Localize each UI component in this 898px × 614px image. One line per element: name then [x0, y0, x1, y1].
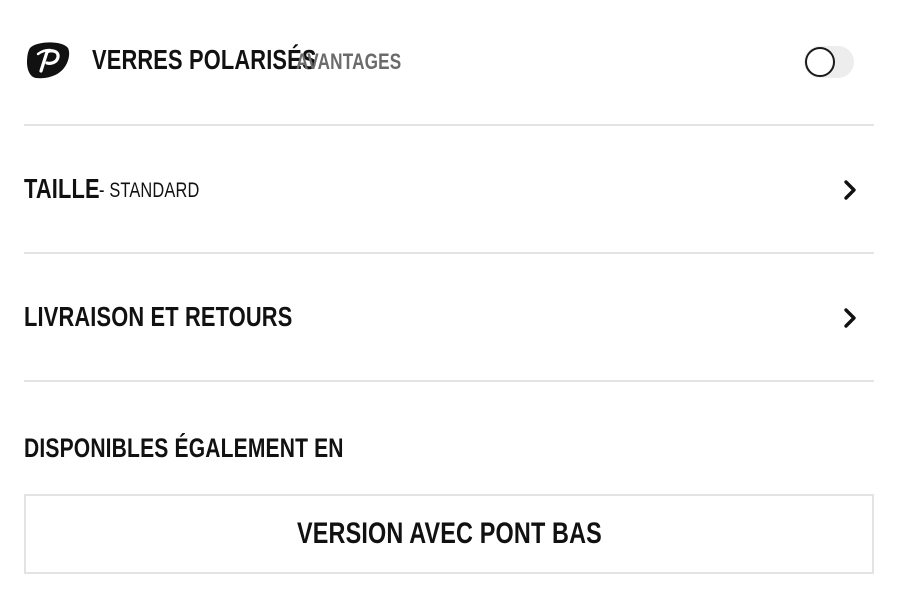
toggle-knob — [805, 47, 835, 77]
also-available-title: DISPONIBLES ÉGALEMENT EN — [24, 433, 344, 463]
chevron-right-icon — [844, 180, 856, 200]
shipping-returns-label: LIVRAISON ET RETOURS — [24, 301, 293, 332]
polarized-p-logo-icon — [27, 42, 70, 79]
polarized-toggle[interactable] — [804, 46, 854, 78]
shipping-returns-row[interactable]: LIVRAISON ET RETOURS — [24, 254, 874, 382]
polarized-lenses-row: VERRES POLARISÉS AVANTAGES — [24, 0, 874, 126]
chevron-right-icon — [844, 308, 856, 328]
low-bridge-version-button[interactable]: VERSION AVEC PONT BAS — [24, 494, 874, 574]
size-value: - STANDARD — [99, 179, 200, 202]
low-bridge-version-label: VERSION AVEC PONT BAS — [296, 517, 602, 550]
benefits-link[interactable]: AVANTAGES — [296, 47, 431, 77]
size-row[interactable]: TAILLE - STANDARD — [24, 126, 874, 254]
